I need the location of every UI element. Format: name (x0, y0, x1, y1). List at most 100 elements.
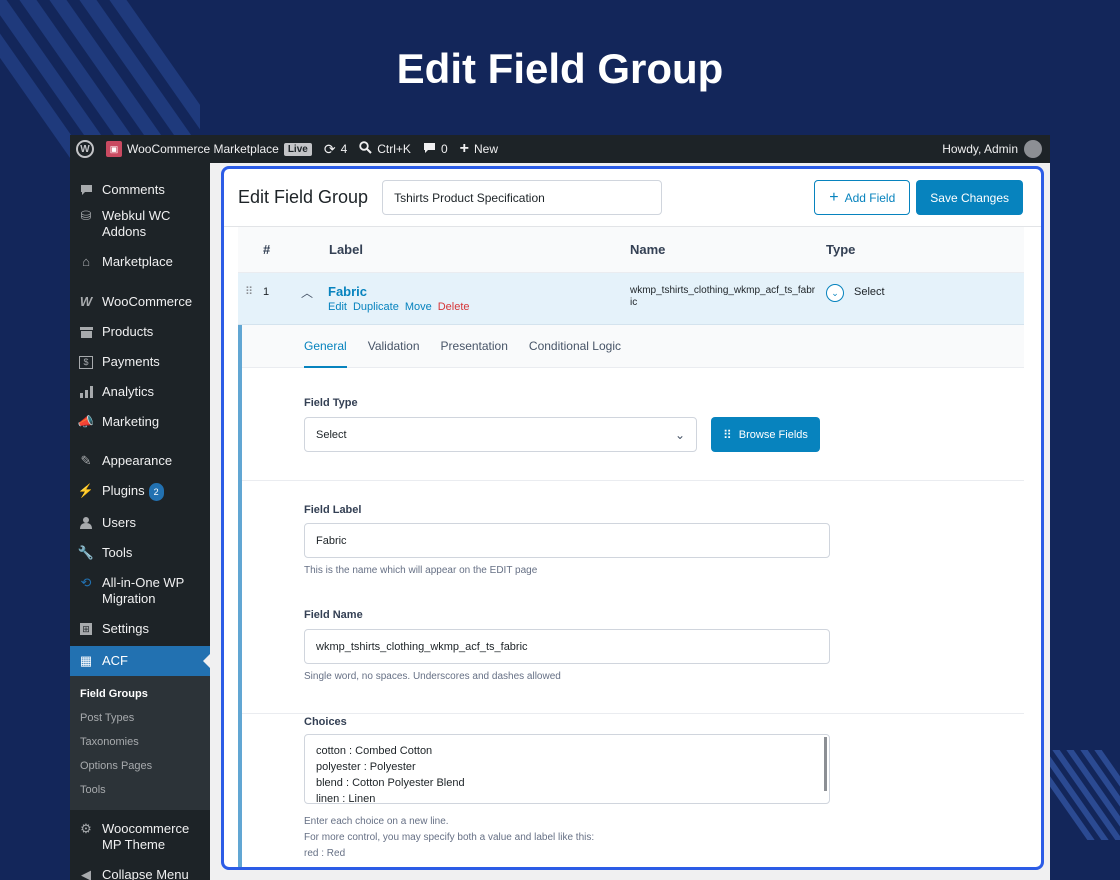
sidebar-item-label: Tools (102, 545, 133, 560)
submenu-tools[interactable]: Tools (70, 778, 210, 802)
search-shortcut: Ctrl+K (377, 142, 411, 156)
sidebar-item-label: Marketing (102, 414, 160, 429)
tab-general[interactable]: General (304, 325, 347, 368)
comment-icon (423, 142, 436, 157)
comments-menu[interactable]: 0 (417, 135, 454, 163)
sidebar-item-label: Plugins (102, 483, 145, 498)
sidebar-item-settings[interactable]: ⊞ Settings (70, 616, 210, 642)
submenu-post-types[interactable]: Post Types (70, 706, 210, 730)
choices-help-line: red : Red (304, 848, 346, 859)
sidebar-item-tools[interactable]: 🔧 Tools (70, 540, 210, 566)
sidebar-item-label: All-in-One WP Migration (102, 575, 185, 606)
fields-table-header: # Label Name Type (238, 227, 1024, 273)
sidebar-item-label: Woocommerce MP Theme (102, 821, 190, 852)
store-icon: ⌂ (82, 254, 90, 269)
fields-area: # Label Name Type ⠿ 1 ︿ Fabric Edit Dupl… (238, 227, 1024, 867)
field-label-link[interactable]: Fabric (328, 284, 367, 299)
choices-help-line: For more control, you may specify both a… (304, 832, 595, 843)
submenu-field-groups[interactable]: Field Groups (70, 682, 210, 706)
sidebar-item-plugins[interactable]: ⚡ Plugins 2 (70, 478, 210, 506)
browse-fields-button[interactable]: ⠿ Browse Fields (711, 417, 820, 452)
search-icon (359, 141, 372, 157)
tab-presentation[interactable]: Presentation (441, 325, 508, 368)
wordpress-icon: W (76, 140, 94, 158)
sidebar-item-products[interactable]: Products (70, 319, 210, 345)
submenu-taxonomies[interactable]: Taxonomies (70, 730, 210, 754)
tab-validation[interactable]: Validation (368, 325, 420, 368)
gear-icon: ⚙ (80, 821, 92, 836)
live-badge: Live (283, 142, 312, 156)
comments-count: 0 (440, 142, 448, 156)
select-type-icon: ⌄ (826, 284, 844, 302)
comment-icon (78, 182, 94, 198)
choice-line: polyester : Polyester (316, 761, 416, 773)
group-title-input[interactable]: Tshirts Product Specification (382, 180, 663, 215)
plugins-update-badge: 2 (148, 483, 164, 501)
field-label-input[interactable]: Fabric (304, 523, 830, 558)
save-changes-button[interactable]: Save Changes (916, 180, 1023, 215)
column-label: Label (329, 242, 363, 257)
textarea-scrollbar[interactable] (824, 737, 827, 791)
new-content-menu[interactable]: + New (454, 135, 504, 163)
delete-link[interactable]: Delete (438, 301, 470, 313)
move-link[interactable]: Move (405, 301, 432, 313)
field-type-value: Select (854, 286, 885, 298)
field-type-section: Field Type Select ⌄ ⠿ Browse Fields (242, 368, 1024, 481)
wordpress-logo-menu[interactable]: W (70, 135, 100, 163)
choices-label: Choices (304, 716, 347, 728)
drag-handle-icon[interactable]: ⠿ (245, 285, 253, 298)
choice-line: blend : Cotton Polyester Blend (316, 777, 465, 789)
sidebar-item-acf[interactable]: ▦ ACF (70, 646, 210, 676)
choices-textarea[interactable]: cotton : Combed Cotton polyester : Polye… (304, 734, 830, 804)
settings-icon: ⊞ (80, 623, 92, 635)
collapse-chevron-icon[interactable]: ︿ (301, 284, 313, 301)
browse-fields-label: Browse Fields (738, 428, 808, 441)
edit-link[interactable]: Edit (328, 301, 347, 313)
search-menu[interactable]: Ctrl+K (353, 135, 417, 163)
field-name-input[interactable]: wkmp_tshirts_clothing_wkmp_acf_ts_fabric (304, 629, 830, 664)
site-name: WooCommerce Marketplace (127, 142, 279, 156)
sidebar-item-users[interactable]: Users (70, 510, 210, 536)
field-order: 1 (263, 286, 270, 298)
plus-icon: + (459, 140, 469, 157)
sidebar-item-payments[interactable]: $ Payments (70, 349, 210, 375)
sidebar-item-label: Users (102, 515, 136, 530)
sidebar-item-comments[interactable]: Comments (70, 177, 210, 203)
sidebar-item-analytics[interactable]: Analytics (70, 379, 210, 405)
account-menu[interactable]: Howdy, Admin (942, 140, 1050, 158)
field-type-label: Field Type (304, 397, 358, 409)
hero-title: Edit Field Group (396, 45, 724, 92)
duplicate-link[interactable]: Duplicate (353, 301, 399, 313)
sidebar-item-label: Analytics (102, 384, 155, 399)
field-type-select[interactable]: Select ⌄ (304, 417, 697, 452)
sidebar-item-label: Products (102, 324, 154, 339)
site-name-menu[interactable]: ▣ WooCommerce Marketplace Live (100, 135, 318, 163)
dollar-icon: $ (78, 354, 94, 370)
chart-icon (78, 384, 94, 400)
field-row-fabric[interactable]: ⠿ 1 ︿ Fabric Edit Duplicate Move Delete … (238, 273, 1024, 325)
collapse-menu-button[interactable]: ◀ Collapse Menu (70, 862, 210, 880)
sidebar-item-migration[interactable]: ⟲ All-in-One WP Migration (70, 570, 210, 612)
sidebar-item-woocommerce[interactable]: W WooCommerce (70, 289, 210, 315)
site-icon: ▣ (106, 141, 122, 157)
refresh-icon: ⟳ (323, 140, 336, 157)
sidebar-item-mp-theme[interactable]: ⚙ Woocommerce MP Theme (70, 816, 210, 858)
sidebar-item-marketing[interactable]: 📣 Marketing (70, 409, 210, 435)
updates-menu[interactable]: ⟳ 4 (318, 135, 353, 163)
header-actions: + Add Field Save Changes (814, 180, 1023, 215)
field-label-section: Field Label Fabric This is the name whic… (242, 481, 1024, 714)
decorative-stripes-bottom-right (1040, 750, 1120, 840)
sidebar-item-marketplace[interactable]: ⌂ Marketplace (70, 249, 210, 275)
megaphone-icon: 📣 (77, 414, 95, 429)
choices-help: Enter each choice on a new line. For mor… (304, 814, 594, 862)
sidebar-item-label: Appearance (102, 453, 173, 468)
add-field-button[interactable]: + Add Field (814, 180, 911, 215)
sidebar-item-appearance[interactable]: ✎ Appearance (70, 448, 210, 474)
chevron-down-icon: ⌄ (674, 427, 685, 442)
tab-conditional-logic[interactable]: Conditional Logic (529, 325, 621, 368)
sidebar-item-webkul[interactable]: ⛁ Webkul WC Addons (70, 203, 210, 245)
archive-icon (78, 324, 94, 340)
submenu-options-pages[interactable]: Options Pages (70, 754, 210, 778)
plus-icon: + (829, 188, 839, 206)
choice-line: cotton : Combed Cotton (316, 745, 433, 757)
